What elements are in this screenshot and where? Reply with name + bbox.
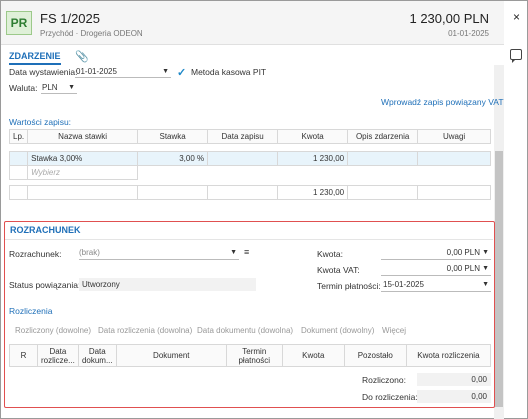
- chevron-down-icon: ▼: [230, 249, 237, 256]
- kwota-field[interactable]: 0,00 PLN ▼: [381, 247, 491, 260]
- rozrachunek-label: Rozrachunek:: [9, 249, 62, 259]
- kwota-vat-label: Kwota VAT:: [317, 265, 360, 275]
- spacer-row: [10, 144, 491, 152]
- scrollbar[interactable]: [494, 65, 504, 419]
- tab-bar: ZDARZENIE 📎: [1, 45, 504, 65]
- status-value: Utworzony: [79, 278, 256, 291]
- col-uwagi: Uwagi: [417, 129, 491, 144]
- document-amount: 1 230,00 PLN: [409, 11, 489, 26]
- currency-value: PLN: [42, 83, 58, 92]
- kwota-label: Kwota:: [317, 249, 343, 259]
- issue-date-value: 01-01-2025: [76, 67, 117, 76]
- col-data-zapisu: Data zapisu: [207, 129, 279, 144]
- filter-data-rozliczenia[interactable]: Data rozliczenia (dowolna): [98, 326, 192, 335]
- col-pozostalo: Pozostało: [343, 344, 407, 367]
- values-section-label: Wartości zapisu:: [9, 117, 72, 127]
- type-badge: PR: [6, 11, 32, 35]
- col-stawka: Stawka: [137, 129, 209, 144]
- do-rozliczenia-value: 0,00: [417, 390, 491, 403]
- kwota-value: 0,00 PLN: [446, 248, 480, 257]
- do-rozliczenia-label: Do rozliczenia:: [362, 392, 418, 402]
- issue-date-field[interactable]: 01-01-2025 ▼: [75, 66, 171, 78]
- col-lp: Lp.: [8, 129, 29, 144]
- rozliczono-label: Rozliczono:: [362, 375, 406, 385]
- list-icon[interactable]: ≡: [244, 247, 249, 257]
- termin-value: 15-01-2025: [383, 280, 424, 289]
- document-subtitle: Przychód · Drogeria ODEON: [40, 29, 143, 38]
- chevron-down-icon: ▼: [482, 281, 489, 288]
- rozrachunek-panel: ROZRACHUNEK Rozrachunek: (brak) ▼ ≡ Stat…: [4, 221, 495, 408]
- chevron-down-icon: ▼: [482, 265, 489, 272]
- col-kwota: Kwota: [281, 344, 345, 367]
- table-header-row: R Data rozlicze... Data dokum... Dokumen…: [9, 344, 492, 367]
- rozliczono-value: 0,00: [417, 373, 491, 386]
- rozrachunek-select[interactable]: (brak) ▼: [79, 247, 239, 260]
- rozrachunek-value: (brak): [79, 248, 100, 257]
- total-row: 1 230,00: [8, 185, 491, 200]
- paperclip-icon[interactable]: 📎: [75, 50, 89, 63]
- divider: [5, 239, 493, 240]
- document-date: 01-01-2025: [448, 29, 489, 38]
- kwota-vat-value: 0,00 PLN: [446, 264, 480, 273]
- col-r: R: [9, 344, 38, 367]
- col-data-dokumentu: Data dokum...: [77, 344, 117, 367]
- row-name: Stawka 3,00%: [27, 151, 139, 166]
- termin-label: Termin płatności:: [317, 281, 381, 291]
- col-nazwa-stawki: Nazwa stawki: [27, 129, 139, 144]
- checkmark-icon[interactable]: ✓: [177, 66, 186, 79]
- currency-select[interactable]: PLN ▼: [41, 82, 77, 94]
- related-vat-link[interactable]: Wprowadź zapis powiązany VAT: [381, 97, 504, 107]
- table-header-row: Lp. Nazwa stawki Stawka Data zapisu Kwot…: [8, 129, 491, 144]
- chat-icon[interactable]: [510, 49, 522, 63]
- col-data-rozliczenia: Data rozlicze...: [37, 344, 79, 367]
- col-kwota-rozliczenia: Kwota rozliczenia: [405, 344, 492, 367]
- document-header: PR FS 1/2025 Przychód · Drogeria ODEON 1…: [1, 1, 504, 45]
- rozrachunek-title: ROZRACHUNEK: [10, 225, 81, 235]
- values-total: 1 230,00: [277, 185, 349, 200]
- termin-field[interactable]: 15-01-2025 ▼: [381, 279, 491, 292]
- filter-rozliczony[interactable]: Rozliczony (dowolne): [15, 326, 91, 335]
- values-table: Lp. Nazwa stawki Stawka Data zapisu Kwot…: [8, 129, 491, 200]
- issue-date-label: Data wystawienia:: [9, 67, 78, 77]
- chevron-down-icon: ▼: [482, 249, 489, 256]
- choose-input[interactable]: Wybierz: [27, 165, 139, 180]
- filter-dokument[interactable]: Dokument (dowolny): [301, 326, 374, 335]
- window: PR FS 1/2025 Przychód · Drogeria ODEON 1…: [0, 0, 528, 419]
- kwota-vat-field[interactable]: 0,00 PLN ▼: [381, 263, 491, 276]
- chevron-down-icon: ▼: [68, 84, 75, 91]
- tab-zdarzenie[interactable]: ZDARZENIE: [9, 51, 61, 65]
- rozliczenia-table: R Data rozlicze... Data dokum... Dokumen…: [9, 344, 492, 367]
- status-label: Status powiązania:: [9, 280, 81, 290]
- row-amount: 1 230,00: [277, 151, 349, 166]
- col-dokument: Dokument: [115, 344, 227, 367]
- filter-wiecej[interactable]: Więcej: [382, 326, 406, 335]
- col-termin: Termin płatności: [225, 344, 283, 367]
- cash-method-label: Metoda kasowa PIT: [191, 67, 267, 77]
- table-row[interactable]: Stawka 3,00% 3,00 % 1 230,00: [8, 151, 491, 166]
- filter-data-dokumentu[interactable]: Data dokumentu (dowolna): [197, 326, 293, 335]
- scrollbar-thumb[interactable]: [495, 151, 503, 407]
- document-title: FS 1/2025: [40, 11, 100, 26]
- rozliczenia-label: Rozliczenia: [9, 306, 53, 316]
- close-icon[interactable]: ×: [510, 11, 523, 24]
- chevron-down-icon: ▼: [162, 68, 169, 75]
- currency-label: Waluta:: [9, 83, 38, 93]
- new-row[interactable]: Wybierz: [8, 165, 491, 180]
- row-rate: 3,00 %: [137, 151, 209, 166]
- col-kwota: Kwota: [277, 129, 349, 144]
- col-opis: Opis zdarzenia: [347, 129, 419, 144]
